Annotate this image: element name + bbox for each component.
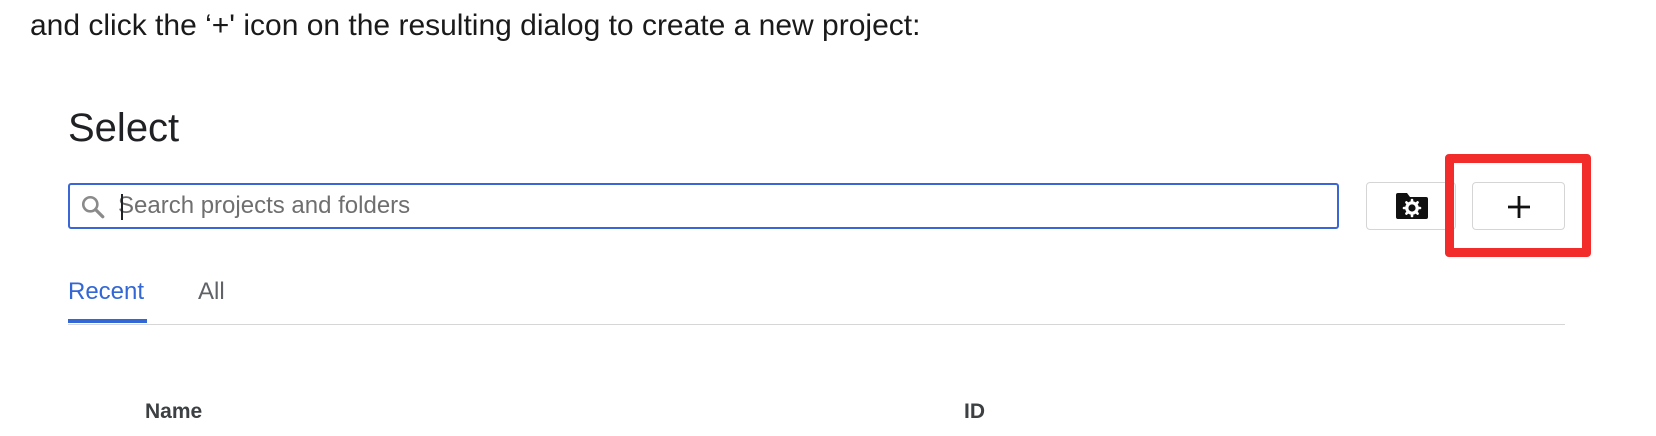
new-folder-button[interactable]: [1366, 182, 1456, 230]
column-header-id[interactable]: ID: [964, 398, 985, 426]
instruction-text: and click the ‘+' icon on the resulting …: [30, 9, 921, 42]
column-header-name[interactable]: Name: [145, 398, 202, 426]
active-tab-indicator: [68, 319, 147, 323]
dialog-title: Select: [68, 106, 180, 150]
plus-icon: [1508, 196, 1530, 218]
tab-recent[interactable]: Recent: [68, 276, 144, 308]
text-cursor: [121, 194, 123, 220]
search-input[interactable]: [118, 185, 1318, 227]
search-icon: [81, 195, 105, 219]
tab-all[interactable]: All: [198, 276, 225, 308]
new-project-button[interactable]: [1472, 182, 1565, 230]
search-box[interactable]: [68, 183, 1339, 229]
folder-settings-icon: [1396, 193, 1428, 219]
tabs-divider: [68, 324, 1565, 325]
